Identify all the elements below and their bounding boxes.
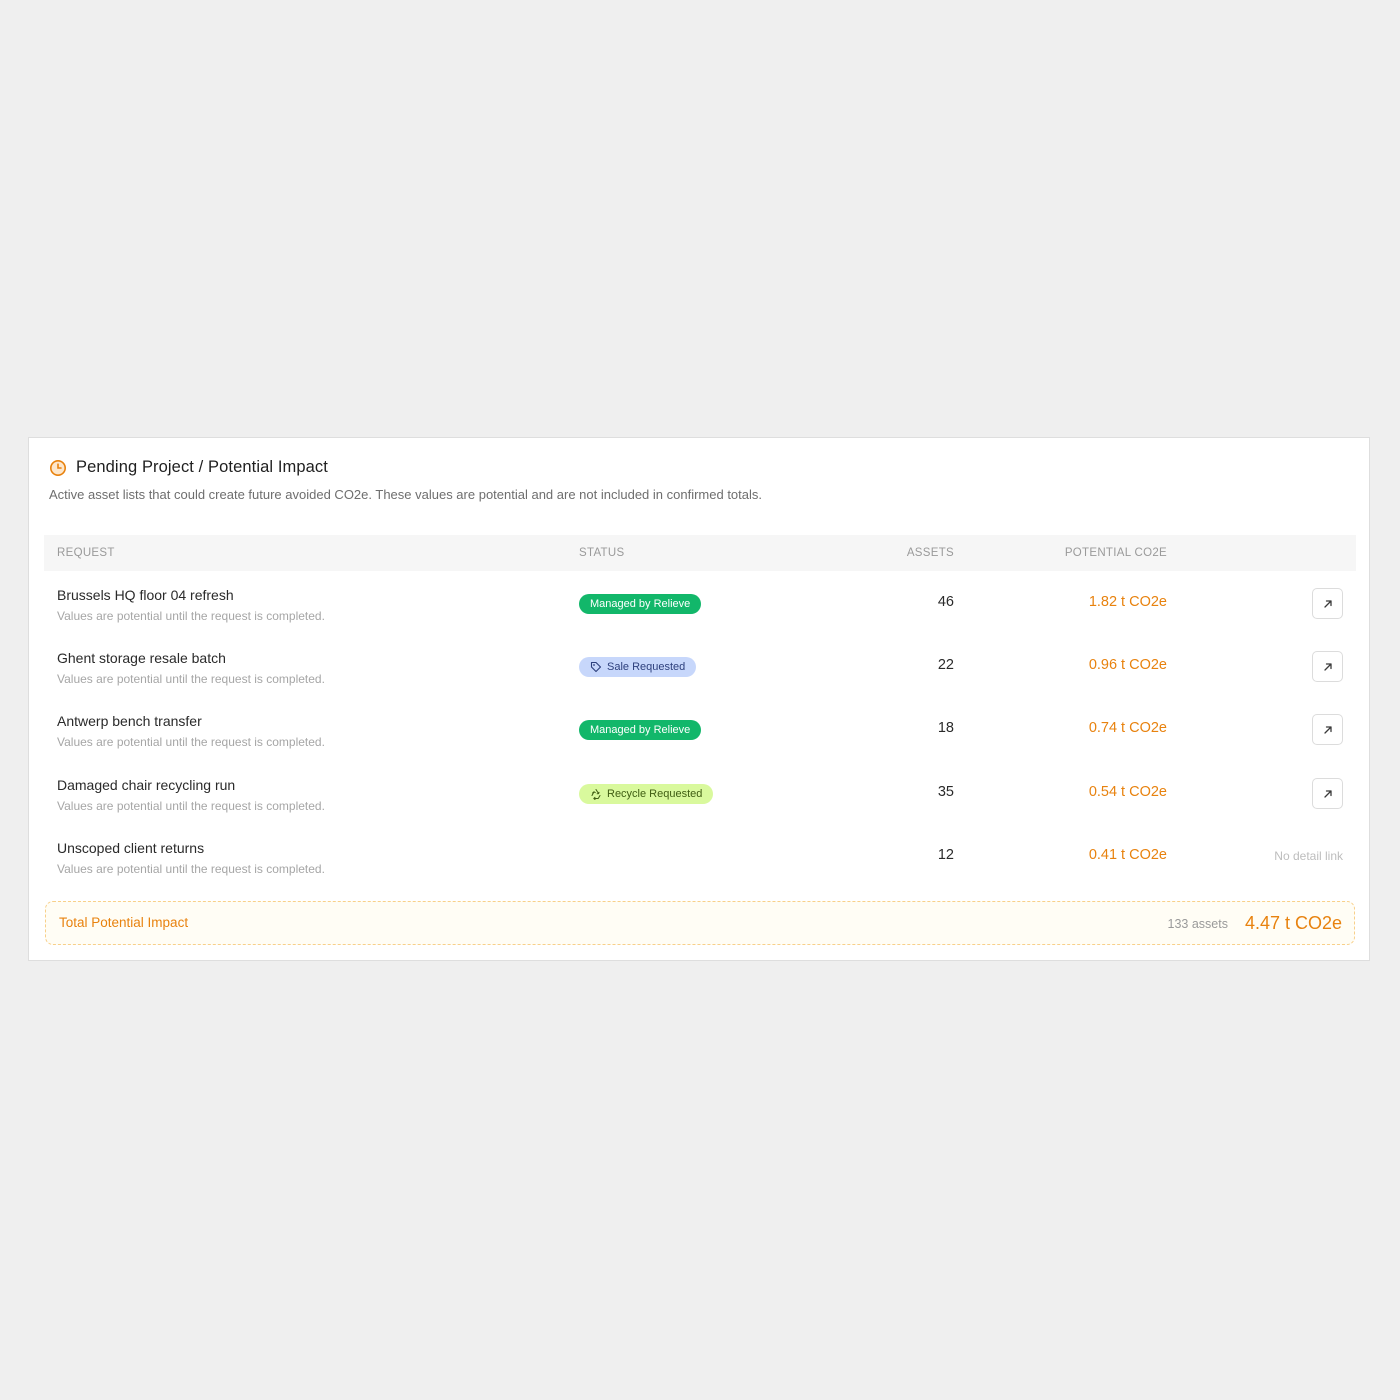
asset-count: 12 [937, 847, 954, 863]
open-detail-button[interactable] [1312, 651, 1343, 682]
arrow-up-right-icon [1323, 725, 1332, 734]
request-note: Values are potential until the request i… [57, 799, 325, 813]
asset-count: 35 [937, 784, 954, 800]
card-subtitle: Active asset lists that could create fut… [49, 487, 763, 502]
arrow-up-right-icon [1323, 662, 1332, 671]
tag-icon [590, 661, 602, 673]
asset-count: 18 [937, 720, 954, 736]
status-badge: Managed by Relieve [579, 720, 702, 740]
request-note: Values are potential until the request i… [57, 672, 325, 686]
request-note: Values are potential until the request i… [57, 862, 325, 876]
request-name: Damaged chair recycling run [57, 777, 236, 793]
pending-impact-card: Pending Project / Potential Impact Activ… [28, 437, 1370, 961]
table-header: REQUEST STATUS ASSETS POTENTIAL CO2E [44, 535, 1356, 571]
request-name: Ghent storage resale batch [57, 650, 226, 666]
request-note: Values are potential until the request i… [57, 609, 325, 623]
total-assets: 133 assets [1167, 917, 1228, 931]
card-title: Pending Project / Potential Impact [76, 458, 328, 476]
status-label: Managed by Relieve [590, 724, 691, 736]
table-row: Unscoped client returns Values are poten… [44, 825, 1356, 888]
status-badge: Managed by Relieve [579, 594, 702, 614]
open-detail-button[interactable] [1312, 778, 1343, 809]
request-name: Brussels HQ floor 04 refresh [57, 587, 234, 603]
column-header-assets: ASSETS [906, 547, 954, 559]
total-potential-impact: Total Potential Impact 133 assets 4.47 t… [45, 901, 1355, 945]
potential-co2: 0.54 t CO2e [1088, 784, 1167, 800]
recycle-icon [591, 789, 601, 800]
column-header-status: STATUS [579, 547, 625, 559]
arrow-up-right-icon [1323, 789, 1332, 798]
column-header-request: REQUEST [57, 547, 115, 559]
open-detail-button[interactable] [1312, 714, 1343, 745]
status-badge: Recycle Requested [579, 784, 714, 804]
potential-co2: 0.41 t CO2e [1088, 847, 1167, 863]
status-label: Managed by Relieve [590, 598, 691, 610]
request-note: Values are potential until the request i… [57, 735, 325, 749]
total-value: 4.47 t CO2e [1244, 913, 1342, 933]
card-header: Pending Project / Potential Impact [49, 458, 328, 477]
request-name: Antwerp bench transfer [57, 713, 202, 729]
column-header-potential: POTENTIAL CO2E [1064, 547, 1167, 559]
table-row: Antwerp bench transfer Values are potent… [44, 698, 1356, 761]
clock-icon [49, 459, 67, 477]
table-row: Ghent storage resale batch Values are po… [44, 635, 1356, 698]
no-detail-link-text: No detail link [1274, 849, 1343, 863]
table-row: Brussels HQ floor 04 refresh Values are … [44, 572, 1356, 635]
request-name: Unscoped client returns [57, 840, 205, 856]
table-row: Damaged chair recycling run Values are p… [44, 762, 1356, 825]
status-label: Sale Requested [607, 661, 686, 673]
potential-co2: 0.96 t CO2e [1088, 657, 1167, 673]
arrow-up-right-icon [1323, 599, 1332, 608]
status-badge: Sale Requested [579, 657, 697, 677]
potential-co2: 1.82 t CO2e [1088, 594, 1167, 610]
asset-count: 22 [937, 657, 954, 673]
asset-count: 46 [937, 594, 954, 610]
open-detail-button[interactable] [1312, 588, 1343, 619]
total-label: Total Potential Impact [59, 915, 189, 930]
status-label: Recycle Requested [607, 788, 703, 800]
potential-co2: 0.74 t CO2e [1088, 720, 1167, 736]
